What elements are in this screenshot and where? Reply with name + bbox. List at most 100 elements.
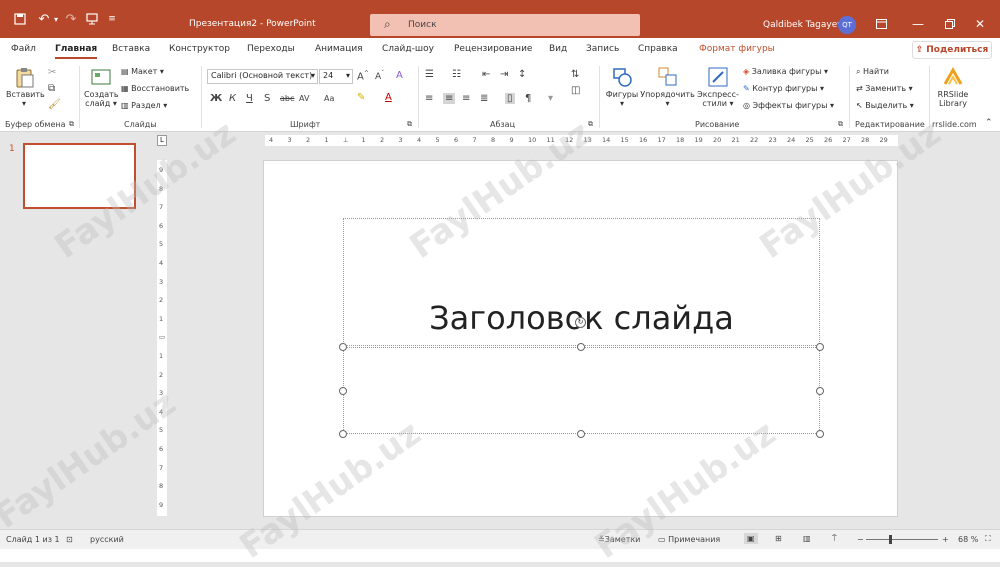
bold-button[interactable]: Ж bbox=[210, 93, 222, 104]
italic-button[interactable]: К bbox=[229, 93, 236, 104]
resize-handle[interactable] bbox=[577, 343, 585, 351]
slide-sorter-icon[interactable]: ⊞ bbox=[775, 534, 782, 543]
copy-icon[interactable]: ⧉ bbox=[48, 83, 55, 94]
comments-button[interactable]: ▭ Примечания bbox=[658, 535, 720, 544]
fit-to-window-icon[interactable]: ⛶ bbox=[985, 534, 991, 544]
undo-icon[interactable]: ↶ bbox=[36, 11, 52, 27]
resize-handle[interactable] bbox=[816, 343, 824, 351]
shapes-button[interactable]: Фигуры ▾ bbox=[605, 66, 639, 108]
zoom-level[interactable]: 68 % bbox=[958, 535, 978, 544]
subtitle-placeholder[interactable] bbox=[343, 347, 820, 434]
reset-button[interactable]: ▦ Восстановить bbox=[121, 84, 189, 93]
clear-formatting-icon[interactable]: A bbox=[396, 70, 403, 81]
shape-effects-button[interactable]: ◎ Эффекты фигуры ▾ bbox=[743, 101, 834, 110]
notes-button[interactable]: ≚Заметки bbox=[598, 535, 640, 544]
tab-file[interactable]: Файл bbox=[11, 44, 36, 54]
highlight-color-icon[interactable]: ✎ bbox=[357, 92, 365, 103]
rrslide-library-button[interactable]: RRSlide Library bbox=[934, 66, 972, 108]
save-icon[interactable] bbox=[12, 11, 28, 27]
font-launcher-icon[interactable]: ⧉ bbox=[407, 120, 412, 129]
avatar[interactable]: QT bbox=[838, 16, 856, 34]
change-case-button[interactable]: Aa bbox=[324, 94, 334, 103]
user-name[interactable]: Qaldibek Tagayev bbox=[763, 20, 843, 30]
font-family-select[interactable]: Calibri (Основной текст) ▾ bbox=[207, 69, 318, 84]
layout-button[interactable]: ▤ Макет ▾ bbox=[121, 67, 164, 76]
tab-view[interactable]: Вид bbox=[549, 44, 567, 54]
normal-view-icon[interactable]: ▣ bbox=[744, 533, 758, 544]
cut-icon[interactable]: ✂ bbox=[48, 67, 56, 78]
font-size-select[interactable]: 24 ▾ bbox=[319, 69, 353, 84]
drawing-launcher-icon[interactable]: ⧉ bbox=[838, 120, 843, 129]
redo-icon[interactable]: ↷ bbox=[63, 11, 79, 27]
accessibility-icon[interactable]: ⊡ bbox=[66, 535, 73, 544]
increase-indent-icon[interactable]: ⇥ bbox=[500, 69, 508, 80]
zoom-slider[interactable] bbox=[866, 539, 938, 540]
rotate-handle-icon[interactable]: ↻ bbox=[575, 317, 586, 328]
align-center-icon[interactable]: ≡ bbox=[443, 93, 456, 104]
minimize-icon[interactable]: — bbox=[903, 14, 933, 34]
decrease-indent-icon[interactable]: ⇤ bbox=[482, 69, 490, 80]
replace-button[interactable]: ⇄ Заменить ▾ bbox=[856, 84, 913, 93]
columns-icon[interactable]: ▯ bbox=[505, 93, 515, 104]
paragraph-launcher-icon[interactable]: ⧉ bbox=[588, 120, 593, 129]
select-button[interactable]: ↖ Выделить ▾ bbox=[856, 101, 914, 110]
font-grow-icon[interactable]: A^ bbox=[357, 70, 369, 82]
tab-insert[interactable]: Вставка bbox=[112, 44, 150, 54]
share-button[interactable]: ⇪ Поделиться bbox=[912, 41, 992, 59]
tab-help[interactable]: Справка bbox=[638, 44, 678, 54]
find-button[interactable]: ⌕ Найти bbox=[856, 67, 889, 77]
section-button[interactable]: ▥ Раздел ▾ bbox=[121, 101, 167, 110]
tab-transitions[interactable]: Переходы bbox=[247, 44, 295, 54]
line-spacing-icon[interactable]: ↕ bbox=[518, 69, 526, 80]
justify-icon[interactable]: ≣ bbox=[480, 93, 488, 104]
shape-fill-button[interactable]: ◈ Заливка фигуры ▾ bbox=[743, 67, 828, 76]
bullet-dropdown-icon[interactable]: ▾ bbox=[548, 93, 553, 104]
align-right-icon[interactable]: ≡ bbox=[462, 93, 470, 104]
text-direction-icon[interactable]: ¶ bbox=[525, 93, 531, 104]
paste-button[interactable]: Вставить ▾ bbox=[6, 66, 45, 108]
ribbon-display-options-icon[interactable] bbox=[866, 14, 896, 34]
tab-home[interactable]: Главная bbox=[55, 44, 98, 59]
undo-dropdown-icon[interactable]: ▾ bbox=[51, 11, 61, 27]
strikethrough-button[interactable]: abc bbox=[280, 94, 294, 103]
format-painter-icon[interactable]: 🖌 bbox=[48, 99, 61, 110]
zoom-out-icon[interactable]: − bbox=[857, 535, 864, 544]
arrange-button[interactable]: Упорядочить ▾ bbox=[640, 66, 695, 108]
font-color-icon[interactable]: A bbox=[385, 92, 392, 103]
reading-view-icon[interactable]: ▥ bbox=[803, 534, 811, 543]
font-shrink-icon[interactable]: Aˇ bbox=[375, 70, 384, 82]
new-slide-button[interactable]: Создать слайд ▾ bbox=[84, 66, 119, 108]
text-shadow-button[interactable]: S bbox=[264, 93, 270, 104]
zoom-slider-thumb[interactable] bbox=[889, 535, 892, 544]
tab-animations[interactable]: Анимация bbox=[315, 44, 363, 54]
resize-handle[interactable] bbox=[577, 430, 585, 438]
collapse-ribbon-icon[interactable]: ⌃ bbox=[985, 118, 993, 128]
zoom-in-icon[interactable]: + bbox=[942, 535, 949, 544]
resize-handle[interactable] bbox=[339, 430, 347, 438]
underline-button[interactable]: Ч bbox=[246, 93, 253, 104]
align-text-icon[interactable]: ⇅ bbox=[571, 69, 579, 80]
resize-handle[interactable] bbox=[339, 387, 347, 395]
convert-smartart-icon[interactable]: ◫ bbox=[571, 85, 580, 96]
resize-handle[interactable] bbox=[816, 387, 824, 395]
align-left-icon[interactable]: ≡ bbox=[425, 93, 433, 104]
tab-design[interactable]: Конструктор bbox=[169, 44, 230, 54]
tab-slideshow[interactable]: Слайд-шоу bbox=[382, 44, 434, 54]
customize-toolbar-icon[interactable]: ≡ bbox=[106, 11, 118, 27]
resize-handle[interactable] bbox=[339, 343, 347, 351]
slide-canvas[interactable]: Заголовок слайда ↻ bbox=[263, 160, 898, 517]
horizontal-ruler[interactable]: 4 3 2 1 ⊥ 1 2 3 4 5 6 7 8 9 10 11 12 13 14 15 16 17 18 19 20 21 22… bbox=[265, 135, 898, 146]
tab-shape-format[interactable]: Формат фигуры bbox=[699, 44, 775, 54]
quick-styles-button[interactable]: Экспресс- стили ▾ bbox=[696, 66, 740, 108]
tab-stop-selector[interactable]: L bbox=[157, 135, 167, 146]
close-icon[interactable]: ✕ bbox=[965, 14, 995, 34]
shape-outline-button[interactable]: ✎ Контур фигуры ▾ bbox=[743, 84, 824, 93]
search-box[interactable]: ⌕ Поиск bbox=[370, 14, 640, 36]
tab-review[interactable]: Рецензирование bbox=[454, 44, 532, 54]
slideshow-icon[interactable]: ⍑ bbox=[832, 534, 837, 544]
vertical-ruler[interactable]: 9 8 7 6 5 4 3 2 1 ▭ 1 2 3 4 5 6 7 8 9 bbox=[157, 160, 167, 516]
presentation-start-icon[interactable] bbox=[84, 11, 100, 27]
resize-handle[interactable] bbox=[816, 430, 824, 438]
character-spacing-button[interactable]: AV bbox=[299, 94, 309, 103]
restore-icon[interactable] bbox=[935, 14, 965, 34]
